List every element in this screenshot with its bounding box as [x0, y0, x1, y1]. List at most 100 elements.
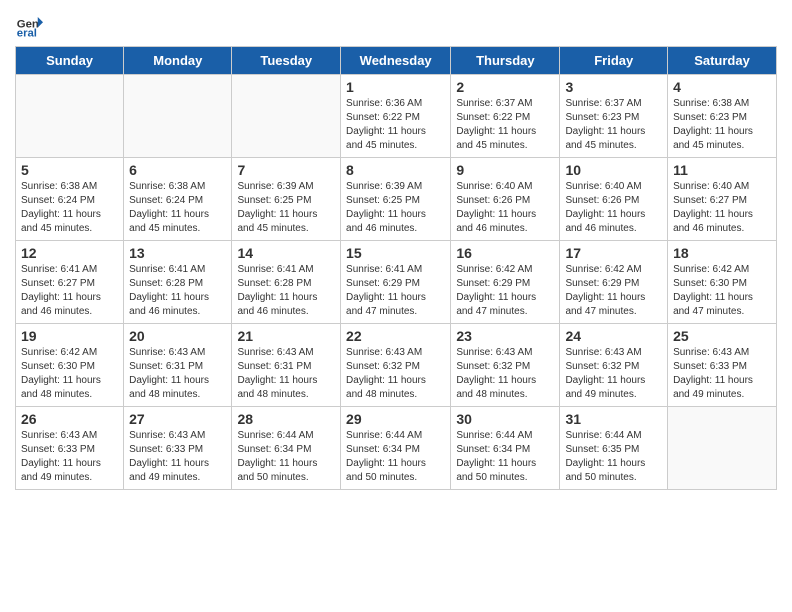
day-number: 9 — [456, 162, 554, 178]
calendar-cell: 14 Sunrise: 6:41 AM Sunset: 6:28 PM Dayli… — [232, 241, 341, 324]
calendar-cell: 25 Sunrise: 6:43 AM Sunset: 6:33 PM Dayli… — [668, 324, 777, 407]
day-info: Sunrise: 6:43 AM Sunset: 6:32 PM Dayligh… — [346, 346, 445, 402]
day-info: Sunrise: 6:44 AM Sunset: 6:35 PM Dayligh… — [565, 429, 662, 485]
day-number: 4 — [673, 79, 771, 95]
calendar-cell: 10 Sunrise: 6:40 AM Sunset: 6:26 PM Dayli… — [560, 158, 668, 241]
calendar-cell: 22 Sunrise: 6:43 AM Sunset: 6:32 PM Dayli… — [341, 324, 451, 407]
day-info: Sunrise: 6:43 AM Sunset: 6:32 PM Dayligh… — [565, 346, 662, 402]
header-day: Monday — [124, 47, 232, 75]
day-info: Sunrise: 6:38 AM Sunset: 6:23 PM Dayligh… — [673, 97, 771, 153]
calendar-cell: 15 Sunrise: 6:41 AM Sunset: 6:29 PM Dayli… — [341, 241, 451, 324]
calendar-cell: 5Sunrise: 6:38 AM Sunset: 6:24 PM Daylig… — [16, 158, 124, 241]
calendar-cell: 1 Sunrise: 6:36 AM Sunset: 6:22 PM Daylig… — [341, 75, 451, 158]
header-day: Sunday — [16, 47, 124, 75]
day-info: Sunrise: 6:44 AM Sunset: 6:34 PM Dayligh… — [237, 429, 335, 485]
day-number: 28 — [237, 411, 335, 427]
day-number: 31 — [565, 411, 662, 427]
day-info: Sunrise: 6:44 AM Sunset: 6:34 PM Dayligh… — [456, 429, 554, 485]
calendar-cell: 27Sunrise: 6:43 AM Sunset: 6:33 PM Dayli… — [124, 407, 232, 490]
calendar-cell: 21 Sunrise: 6:43 AM Sunset: 6:31 PM Dayli… — [232, 324, 341, 407]
calendar-cell: 13 Sunrise: 6:41 AM Sunset: 6:28 PM Dayli… — [124, 241, 232, 324]
logo-icon: Gen eral — [15, 10, 43, 38]
day-info: Sunrise: 6:37 AM Sunset: 6:22 PM Dayligh… — [456, 97, 554, 153]
calendar-cell: 2 Sunrise: 6:37 AM Sunset: 6:22 PM Daylig… — [451, 75, 560, 158]
day-info: Sunrise: 6:43 AM Sunset: 6:31 PM Dayligh… — [237, 346, 335, 402]
day-number: 22 — [346, 328, 445, 344]
day-info: Sunrise: 6:42 AM Sunset: 6:30 PM Dayligh… — [21, 346, 118, 402]
calendar-cell: 31 Sunrise: 6:44 AM Sunset: 6:35 PM Dayli… — [560, 407, 668, 490]
day-info: Sunrise: 6:40 AM Sunset: 6:26 PM Dayligh… — [456, 180, 554, 236]
day-number: 1 — [346, 79, 445, 95]
calendar-cell — [668, 407, 777, 490]
calendar-cell: 7 Sunrise: 6:39 AM Sunset: 6:25 PM Daylig… — [232, 158, 341, 241]
day-number: 26 — [21, 411, 118, 427]
day-info: Sunrise: 6:42 AM Sunset: 6:30 PM Dayligh… — [673, 263, 771, 319]
day-info: Sunrise: 6:39 AM Sunset: 6:25 PM Dayligh… — [237, 180, 335, 236]
calendar-cell: 8 Sunrise: 6:39 AM Sunset: 6:25 PM Daylig… — [341, 158, 451, 241]
calendar-header: SundayMondayTuesdayWednesdayThursdayFrid… — [16, 47, 777, 75]
svg-text:eral: eral — [17, 27, 37, 38]
day-number: 16 — [456, 245, 554, 261]
calendar-cell: 19 Sunrise: 6:42 AM Sunset: 6:30 PM Dayli… — [16, 324, 124, 407]
day-number: 10 — [565, 162, 662, 178]
day-number: 8 — [346, 162, 445, 178]
day-info: Sunrise: 6:39 AM Sunset: 6:25 PM Dayligh… — [346, 180, 445, 236]
header-day: Friday — [560, 47, 668, 75]
day-number: 27 — [129, 411, 226, 427]
day-number: 21 — [237, 328, 335, 344]
day-number: 14 — [237, 245, 335, 261]
header-day: Thursday — [451, 47, 560, 75]
day-number: 3 — [565, 79, 662, 95]
day-number: 29 — [346, 411, 445, 427]
header-day: Tuesday — [232, 47, 341, 75]
day-number: 30 — [456, 411, 554, 427]
day-info: Sunrise: 6:36 AM Sunset: 6:22 PM Dayligh… — [346, 97, 445, 153]
day-number: 13 — [129, 245, 226, 261]
calendar-cell: 26 Sunrise: 6:43 AM Sunset: 6:33 PM Dayli… — [16, 407, 124, 490]
day-number: 17 — [565, 245, 662, 261]
calendar-cell: 20 Sunrise: 6:43 AM Sunset: 6:31 PM Dayli… — [124, 324, 232, 407]
day-info: Sunrise: 6:37 AM Sunset: 6:23 PM Dayligh… — [565, 97, 662, 153]
calendar-cell: 23Sunrise: 6:43 AM Sunset: 6:32 PM Dayli… — [451, 324, 560, 407]
calendar-cell: 3 Sunrise: 6:37 AM Sunset: 6:23 PM Daylig… — [560, 75, 668, 158]
calendar-cell — [232, 75, 341, 158]
day-number: 20 — [129, 328, 226, 344]
calendar-cell: 16 Sunrise: 6:42 AM Sunset: 6:29 PM Dayli… — [451, 241, 560, 324]
calendar-cell: 12Sunrise: 6:41 AM Sunset: 6:27 PM Dayli… — [16, 241, 124, 324]
day-number: 5 — [21, 162, 118, 178]
day-number: 19 — [21, 328, 118, 344]
day-number: 12 — [21, 245, 118, 261]
day-info: Sunrise: 6:40 AM Sunset: 6:26 PM Dayligh… — [565, 180, 662, 236]
calendar-cell: 9 Sunrise: 6:40 AM Sunset: 6:26 PM Daylig… — [451, 158, 560, 241]
day-info: Sunrise: 6:41 AM Sunset: 6:28 PM Dayligh… — [237, 263, 335, 319]
day-number: 6 — [129, 162, 226, 178]
day-number: 7 — [237, 162, 335, 178]
calendar-cell: 18 Sunrise: 6:42 AM Sunset: 6:30 PM Dayli… — [668, 241, 777, 324]
calendar-cell: 17 Sunrise: 6:42 AM Sunset: 6:29 PM Dayli… — [560, 241, 668, 324]
day-info: Sunrise: 6:43 AM Sunset: 6:33 PM Dayligh… — [21, 429, 118, 485]
calendar-cell: 24 Sunrise: 6:43 AM Sunset: 6:32 PM Dayli… — [560, 324, 668, 407]
calendar-cell: 28 Sunrise: 6:44 AM Sunset: 6:34 PM Dayli… — [232, 407, 341, 490]
day-info: Sunrise: 6:44 AM Sunset: 6:34 PM Dayligh… — [346, 429, 445, 485]
day-number: 2 — [456, 79, 554, 95]
calendar-cell — [124, 75, 232, 158]
calendar-cell: 30 Sunrise: 6:44 AM Sunset: 6:34 PM Dayli… — [451, 407, 560, 490]
day-info: Sunrise: 6:41 AM Sunset: 6:28 PM Dayligh… — [129, 263, 226, 319]
day-info: Sunrise: 6:38 AM Sunset: 6:24 PM Dayligh… — [129, 180, 226, 236]
day-info: Sunrise: 6:43 AM Sunset: 6:33 PM Dayligh… — [673, 346, 771, 402]
day-number: 25 — [673, 328, 771, 344]
day-info: Sunrise: 6:42 AM Sunset: 6:29 PM Dayligh… — [456, 263, 554, 319]
day-info: Sunrise: 6:43 AM Sunset: 6:31 PM Dayligh… — [129, 346, 226, 402]
calendar-cell: 6 Sunrise: 6:38 AM Sunset: 6:24 PM Daylig… — [124, 158, 232, 241]
day-number: 24 — [565, 328, 662, 344]
logo: Gen eral — [15, 10, 45, 38]
day-number: 15 — [346, 245, 445, 261]
day-info: Sunrise: 6:41 AM Sunset: 6:29 PM Dayligh… — [346, 263, 445, 319]
calendar-cell: 4 Sunrise: 6:38 AM Sunset: 6:23 PM Daylig… — [668, 75, 777, 158]
day-number: 11 — [673, 162, 771, 178]
header-day: Saturday — [668, 47, 777, 75]
day-info: Sunrise: 6:43 AM Sunset: 6:32 PM Dayligh… — [456, 346, 554, 402]
day-number: 18 — [673, 245, 771, 261]
header-day: Wednesday — [341, 47, 451, 75]
day-info: Sunrise: 6:42 AM Sunset: 6:29 PM Dayligh… — [565, 263, 662, 319]
